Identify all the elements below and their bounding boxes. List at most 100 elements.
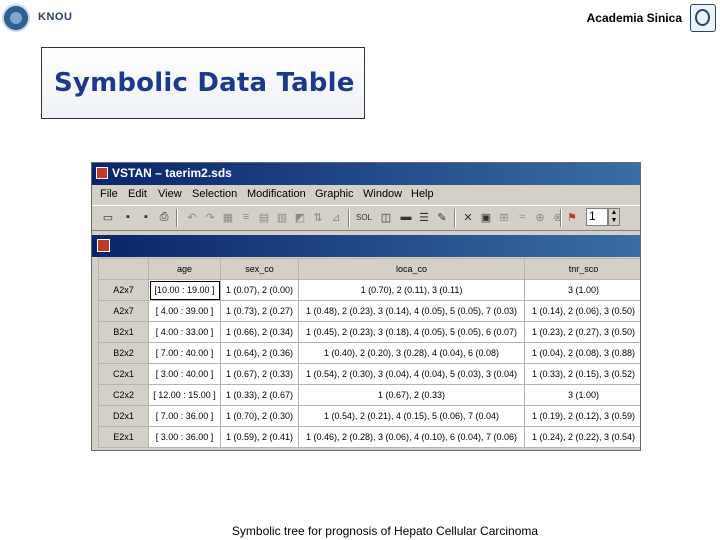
table-row: E2x1 [ 3.00 : 36.00 ] 1 (0.59), 2 (0.41)… xyxy=(98,426,640,448)
zoom-field[interactable]: 1 xyxy=(586,208,608,226)
table-row: C2x2 [ 12.00 : 15.00 ] 1 (0.33), 2 (0.67… xyxy=(98,384,640,406)
table-cell[interactable]: 1 (0.48), 2 (0.23), 3 (0.14), 4 (0.05), … xyxy=(298,300,525,322)
sol-icon[interactable]: SOL xyxy=(354,209,374,225)
table-cell[interactable]: [ 4.00 : 39.00 ] xyxy=(148,300,221,322)
knou-logo-text: KNOU xyxy=(38,11,73,23)
table-row: A2x7 [ 4.00 : 39.00 ] 1 (0.73), 2 (0.27)… xyxy=(98,300,640,322)
table-cell[interactable]: 1 (0.45), 2 (0.23), 3 (0.18), 4 (0.05), … xyxy=(298,321,525,343)
sort-icon[interactable]: ⇅ xyxy=(310,209,326,225)
filter-icon[interactable]: ⊿ xyxy=(328,209,344,225)
child-window-titlebar[interactable] xyxy=(92,235,640,257)
table-row: A2x7 [10.00 : 19.00 ] 1 (0.07), 2 (0.00)… xyxy=(98,279,640,301)
print-icon[interactable]: ⎙ xyxy=(156,209,172,225)
row-header[interactable]: B2x1 xyxy=(98,321,149,343)
table-corner[interactable] xyxy=(98,258,149,280)
table-cell[interactable]: 1 (0.24), 2 (0.22), 3 (0.54) xyxy=(524,426,640,448)
table-cell[interactable]: [ 7.00 : 36.00 ] xyxy=(148,405,221,427)
menu-graphic[interactable]: Graphic xyxy=(315,188,354,200)
menu-edit[interactable]: Edit xyxy=(128,188,147,200)
menu-help[interactable]: Help xyxy=(411,188,434,200)
row-header[interactable]: E2x1 xyxy=(98,426,149,448)
table-cell[interactable]: 1 (0.14), 2 (0.06), 3 (0.50) xyxy=(524,300,640,322)
table-cell[interactable]: [ 4.00 : 33.00 ] xyxy=(148,321,221,343)
table-cell[interactable]: [ 3.00 : 40.00 ] xyxy=(148,363,221,385)
table-cell[interactable]: 1 (0.70), 2 (0.11), 3 (0.11) xyxy=(298,279,525,301)
table-cell[interactable]: [ 12.00 : 15.00 ] xyxy=(148,384,221,406)
table-cell[interactable]: 1 (0.04), 2 (0.08), 3 (0.88) xyxy=(524,342,640,364)
table-cell[interactable]: 1 (0.70), 2 (0.30) xyxy=(220,405,299,427)
table-cell[interactable]: 1 (0.67), 2 (0.33) xyxy=(220,363,299,385)
academia-sinica-label: Academia Sinica xyxy=(586,11,682,25)
table-cell[interactable]: 1 (0.73), 2 (0.27) xyxy=(220,300,299,322)
undo-icon[interactable]: ↶ xyxy=(184,209,200,225)
column-header[interactable]: age xyxy=(148,258,221,280)
list-icon[interactable]: ≡ xyxy=(238,209,254,225)
tool4-icon[interactable]: ⊕ xyxy=(532,209,548,225)
table-cell[interactable]: [ 3.00 : 36.00 ] xyxy=(148,426,221,448)
table-cell[interactable]: 1 (0.66), 2 (0.34) xyxy=(220,321,299,343)
bar-icon[interactable]: ▬ xyxy=(398,209,414,225)
knou-logo-icon xyxy=(2,4,30,32)
table-cell[interactable]: 1 (0.07), 2 (0.00) xyxy=(220,279,299,301)
table-cell[interactable]: 1 (0.64), 2 (0.36) xyxy=(220,342,299,364)
row-header[interactable]: B2x2 xyxy=(98,342,149,364)
menu-modification[interactable]: Modification xyxy=(247,188,306,200)
lines-icon[interactable]: ☰ xyxy=(416,209,432,225)
table-row: B2x1 [ 4.00 : 33.00 ] 1 (0.66), 2 (0.34)… xyxy=(98,321,640,343)
window-title: VSTAN – taerim2.sds xyxy=(112,166,232,180)
slide-title: Symbolic Data Table xyxy=(54,68,355,98)
table-cell[interactable]: 1 (0.67), 2 (0.33) xyxy=(298,384,525,406)
slide-title-box: Symbolic Data Table xyxy=(41,47,365,119)
menu-view[interactable]: View xyxy=(158,188,182,200)
table-cell[interactable]: 1 (0.40), 2 (0.20), 3 (0.28), 4 (0.04), … xyxy=(298,342,525,364)
table-cell[interactable]: 1 (0.54), 2 (0.30), 3 (0.04), 4 (0.04), … xyxy=(298,363,525,385)
table-icon[interactable]: ▤ xyxy=(256,209,272,225)
table-cell[interactable]: 3 (1.00) xyxy=(524,279,640,301)
columns-icon[interactable]: ▥ xyxy=(274,209,290,225)
table-cell[interactable]: 1 (0.33), 2 (0.67) xyxy=(220,384,299,406)
grid-icon[interactable]: ▦ xyxy=(220,209,236,225)
symbolic-data-table: age sex_co loca_co tnr_sco A2x7 [10.00 :… xyxy=(98,258,640,448)
table-header-row: age sex_co loca_co tnr_sco xyxy=(98,258,640,280)
column-header[interactable]: tnr_sco xyxy=(524,258,640,280)
tool-icon[interactable]: ▣ xyxy=(478,209,494,225)
column-header[interactable]: loca_co xyxy=(298,258,525,280)
open-folder-icon[interactable]: ▭ xyxy=(100,209,116,225)
table-cell[interactable]: 3 (1.00) xyxy=(524,384,640,406)
row-header[interactable]: A2x7 xyxy=(98,300,149,322)
menu-window[interactable]: Window xyxy=(363,188,402,200)
table-cell[interactable]: 1 (0.46), 2 (0.28), 3 (0.06), 4 (0.10), … xyxy=(298,426,525,448)
view-icon[interactable]: ◫ xyxy=(378,209,394,225)
toolbar: ▭ ▪ ▪ ⎙ ↶ ↷ ▦ ≡ ▤ ▥ ◩ ⇅ ⊿ SOL ◫ ▬ ☰ ✎ ✕ … xyxy=(92,205,640,231)
table-row: C2x1 [ 3.00 : 40.00 ] 1 (0.67), 2 (0.33)… xyxy=(98,363,640,385)
table-row: D2x1 [ 7.00 : 36.00 ] 1 (0.70), 2 (0.30)… xyxy=(98,405,640,427)
row-header[interactable]: D2x1 xyxy=(98,405,149,427)
save-as-icon[interactable]: ▪ xyxy=(138,209,154,225)
table-cell[interactable]: [ 7.00 : 40.00 ] xyxy=(148,342,221,364)
menu-selection[interactable]: Selection xyxy=(192,188,237,200)
table-cell[interactable]: 1 (0.23), 2 (0.27), 3 (0.50) xyxy=(524,321,640,343)
zoom-spinner[interactable]: ▲ ▼ xyxy=(608,208,620,226)
flag-icon[interactable]: ⚑ xyxy=(564,209,580,225)
menu-file[interactable]: File xyxy=(100,188,118,200)
redo-icon[interactable]: ↷ xyxy=(202,209,218,225)
window-titlebar[interactable]: VSTAN – taerim2.sds xyxy=(92,163,640,185)
tool2-icon[interactable]: ⊞ xyxy=(496,209,512,225)
save-icon[interactable]: ▪ xyxy=(120,209,136,225)
table-cell[interactable]: [10.00 : 19.00 ] xyxy=(148,279,221,301)
row-header[interactable]: C2x2 xyxy=(98,384,149,406)
table-cell[interactable]: 1 (0.54), 2 (0.21), 4 (0.15), 5 (0.06), … xyxy=(298,405,525,427)
tool3-icon[interactable]: ≈ xyxy=(514,209,530,225)
delete-icon[interactable]: ✕ xyxy=(460,209,476,225)
table-cell[interactable]: 1 (0.59), 2 (0.41) xyxy=(220,426,299,448)
table-cell[interactable]: 1 (0.19), 2 (0.12), 3 (0.59) xyxy=(524,405,640,427)
table-cell[interactable]: 1 (0.33), 2 (0.15), 3 (0.52) xyxy=(524,363,640,385)
vstan-window: VSTAN – taerim2.sds File Edit View Selec… xyxy=(91,162,641,451)
chart-icon[interactable]: ◩ xyxy=(292,209,308,225)
child-window-icon xyxy=(97,239,110,252)
row-header[interactable]: A2x7 xyxy=(98,279,149,301)
column-header[interactable]: sex_co xyxy=(220,258,299,280)
academia-sinica-logo-icon xyxy=(690,4,716,32)
edit-icon[interactable]: ✎ xyxy=(434,209,450,225)
row-header[interactable]: C2x1 xyxy=(98,363,149,385)
